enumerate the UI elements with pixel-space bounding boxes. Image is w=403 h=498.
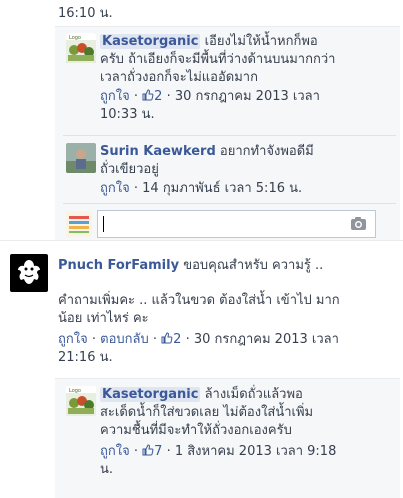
- comment-question-2: น้อย เท่าไหร่ คะ: [58, 311, 149, 326]
- reply-3-body: Kasetorganic ล้างเม็ดถั่วแล้วพอ สะเด็ดน้…: [100, 386, 400, 479]
- thumbs-up-icon: [142, 89, 154, 101]
- reply-1-date[interactable]: 30 กรกฎาคม 2013 เวลา: [175, 89, 320, 104]
- thumbs-up-icon: [161, 332, 173, 344]
- separator: ·: [166, 89, 171, 104]
- camera-icon[interactable]: [350, 216, 367, 231]
- reply-2-date[interactable]: 14 กุมภาพันธ์ เวลา 5:16 น.: [142, 181, 302, 196]
- reply-3-text-3: ความชื้นที่มีจะทำให้ถั่วงอกเองครับ: [100, 423, 292, 438]
- comment-author[interactable]: Pnuch ForFamily: [58, 258, 179, 273]
- reply-divider: [63, 135, 396, 136]
- reply-1-date-2[interactable]: 10:33 น.: [100, 106, 400, 124]
- svg-text:Logo: Logo: [69, 388, 81, 394]
- reply-3-like-link[interactable]: ถูกใจ: [100, 444, 130, 459]
- reply-1-author[interactable]: Kasetorganic: [100, 34, 201, 49]
- comment-date[interactable]: 30 กรกฎาคม 2013 เวลา: [194, 332, 339, 347]
- reply-1-body: Kasetorganic เอียงไม่ให้น้ำหกก็พอ ครับ ถ…: [100, 33, 400, 124]
- avatar-kasetorganic[interactable]: Logo: [66, 386, 96, 416]
- reply-2-like-link[interactable]: ถูกใจ: [100, 181, 130, 196]
- reply-2-body: Surin Kaewkerd อยากทำจังพอดีมี ถั่วเขียว…: [100, 143, 400, 198]
- separator: ·: [185, 332, 190, 347]
- reply-3-date[interactable]: 1 สิงหาคม 2013 เวลา 9:18: [175, 444, 337, 459]
- reply-3-date-2[interactable]: น.: [100, 461, 400, 479]
- comment-like-count[interactable]: 2: [161, 332, 181, 347]
- avatar-kasetorganic[interactable]: Logo: [66, 33, 96, 63]
- reply-1-text: เอียงไม่ให้น้ำหกก็พอ: [204, 34, 318, 49]
- separator: ·: [133, 89, 138, 104]
- separator: ·: [91, 332, 96, 347]
- reply-3-text: ล้างเม็ดถั่วแล้วพอ: [204, 387, 303, 402]
- reply-divider: [63, 203, 396, 204]
- separator: ·: [133, 444, 138, 459]
- composer-avatar: [66, 211, 92, 237]
- thumbs-up-icon: [142, 444, 154, 456]
- avatar-pnuch[interactable]: [10, 254, 48, 292]
- reply-3-like-count[interactable]: 7: [142, 444, 162, 459]
- avatar-surin[interactable]: [66, 143, 96, 173]
- comment-reply-link[interactable]: ตอบกลับ: [100, 332, 149, 347]
- comment-like-link[interactable]: ถูกใจ: [58, 332, 88, 347]
- separator: ·: [133, 181, 138, 196]
- top-timestamp[interactable]: 16:10 น.: [58, 2, 113, 23]
- reply-1-text-3: เวลาถั่วงอกก็จะไม่แออัดมาก: [100, 70, 258, 85]
- comment-question-1: คำถามเพิ่มคะ .. แล้วในขวด ต้องใส่น้ำ เข้…: [58, 293, 340, 308]
- reply-1-like-count[interactable]: 2: [142, 89, 162, 104]
- reply-input[interactable]: [97, 210, 376, 238]
- comment-date-2[interactable]: 21:16 น.: [58, 349, 401, 367]
- separator: ·: [152, 332, 158, 347]
- comment-divider: [0, 240, 403, 241]
- reply-3-text-2: สะเด็ดน้ำก็ใส่ขวดเลย ไม่ต้องใส่น้ำเพิ่ม: [100, 405, 314, 420]
- reply-1-text-2: ครับ ถ้าเอียงก็จะมีพื้นที่ว่างด้านบนมากก…: [100, 52, 336, 67]
- reply-1-like-link[interactable]: ถูกใจ: [100, 89, 130, 104]
- reply-2-text: อยากทำจังพอดีมี: [219, 144, 314, 159]
- reply-2-author[interactable]: Surin Kaewkerd: [100, 144, 216, 159]
- svg-text:Logo: Logo: [69, 35, 81, 41]
- reply-2-text-2: ถั่วเขียวอยู่: [100, 162, 159, 177]
- separator: ·: [166, 444, 171, 459]
- comment-body: Pnuch ForFamily ขอบคุณสำหรับ ความรู้ .. …: [58, 257, 401, 367]
- text-cursor: [103, 216, 104, 232]
- reply-3-author[interactable]: Kasetorganic: [100, 387, 201, 402]
- comment-text: ขอบคุณสำหรับ ความรู้ ..: [183, 258, 324, 273]
